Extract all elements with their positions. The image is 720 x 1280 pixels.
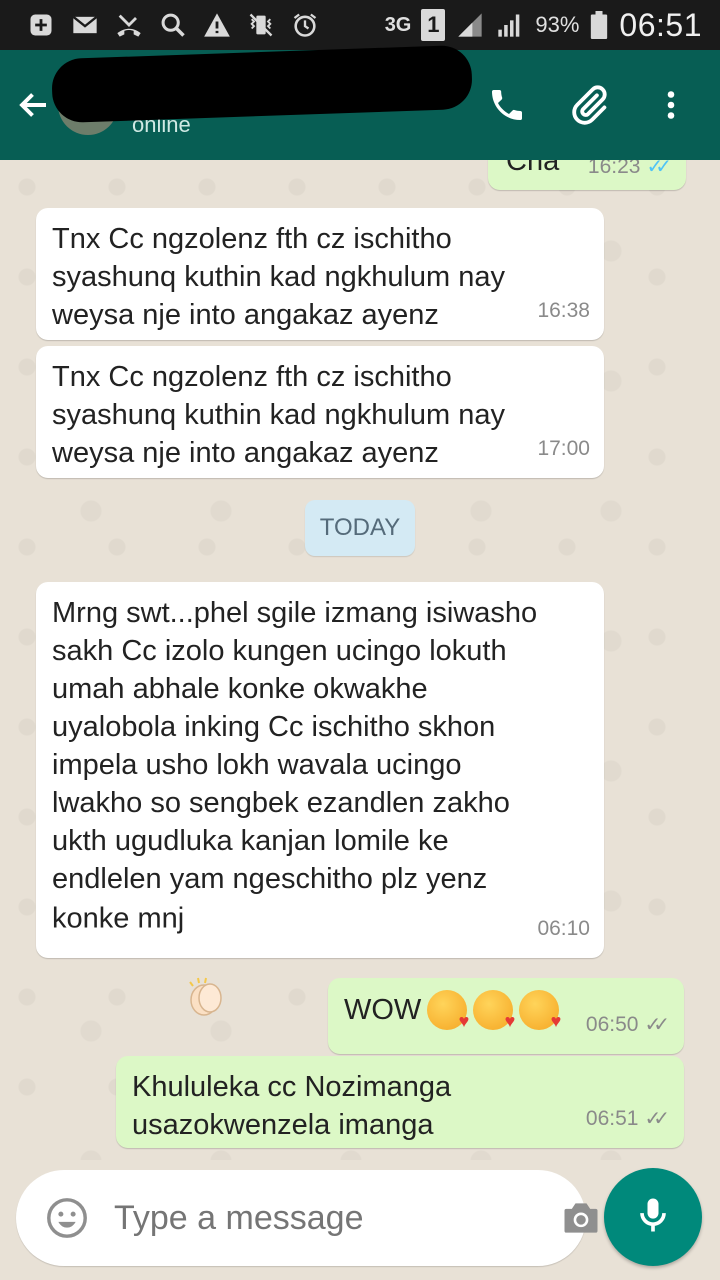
message-input[interactable] — [112, 1197, 559, 1239]
search-icon — [158, 10, 188, 40]
message-text: Mrng swt...phel sgile izmang isiwasho sa… — [52, 594, 588, 1016]
call-icon[interactable] — [484, 82, 530, 128]
attach-icon[interactable] — [566, 82, 612, 128]
mic-icon — [631, 1193, 675, 1242]
message-time: 16:23 — [587, 160, 641, 178]
message-text: Cha — [506, 160, 560, 177]
signal-icon — [455, 10, 485, 40]
missed-call-icon — [114, 10, 144, 40]
contact-info[interactable]: online — [51, 44, 473, 138]
message-bubble-incoming[interactable]: Tnx Cc ngzolenz fth cz ischitho syashunq… — [36, 208, 604, 340]
delivered-ticks-icon: ✓✓ — [644, 1014, 669, 1036]
message-text: Tnx Cc ngzolenz fth cz ischitho syashunq… — [52, 361, 506, 469]
message-time: 16:38 — [537, 299, 590, 322]
message-text: Tnx Cc ngzolenz fth cz ischitho syashunq… — [52, 223, 506, 331]
add-notification-icon — [26, 10, 56, 40]
message-time: 17:00 — [537, 437, 590, 460]
clock: 06:51 — [619, 6, 702, 43]
message-bubble-incoming[interactable]: Tnx Cc ngzolenz fth cz ischitho syashunq… — [36, 346, 604, 478]
status-bar: 3G 1 93% 06:51 — [0, 0, 720, 50]
composer — [0, 1160, 720, 1280]
warning-icon — [202, 10, 232, 40]
battery-icon — [589, 10, 609, 40]
alarm-icon — [290, 10, 320, 40]
vibrate-icon — [246, 10, 276, 40]
message-time: 06:51 — [585, 1107, 639, 1130]
message-bubble-outgoing[interactable]: WOW 06:50 ✓✓ — [328, 978, 684, 1054]
message-bubble-outgoing[interactable]: Khululeka cc Nozimanga usazokwenzela ima… — [116, 1056, 684, 1148]
read-ticks-icon: ✓✓ — [646, 160, 671, 178]
kissing-face-icon — [427, 990, 469, 1040]
sim-indicator: 1 — [421, 9, 446, 41]
delivered-ticks-icon: ✓✓ — [644, 1108, 669, 1130]
signal-bars-icon — [495, 10, 525, 40]
chat-header: online — [0, 44, 720, 160]
message-bubble-outgoing[interactable]: Cha 16:23 ✓✓ — [488, 160, 686, 190]
camera-icon[interactable] — [559, 1196, 603, 1240]
message-bubble-incoming[interactable]: Mrng swt...phel sgile izmang isiwasho sa… — [36, 582, 604, 1016]
message-time: 06:10 — [537, 917, 590, 940]
mail-icon — [70, 10, 100, 40]
redaction-mark — [51, 44, 473, 124]
clapping-hands-icon — [184, 898, 228, 1016]
kissing-face-icon — [473, 990, 515, 1040]
kissing-face-icon — [519, 990, 561, 1040]
message-input-container — [16, 1170, 598, 1266]
network-type: 3G — [384, 13, 412, 36]
message-time: 06:50 — [585, 1013, 639, 1036]
message-list[interactable]: Cha 16:23 ✓✓ Tnx Cc ngzolenz fth cz isch… — [0, 160, 720, 1160]
back-arrow-icon[interactable] — [14, 85, 54, 125]
more-icon[interactable] — [648, 82, 694, 128]
emoji-icon[interactable] — [44, 1195, 90, 1241]
mic-button[interactable] — [604, 1168, 702, 1266]
battery-percent: 93% — [535, 12, 580, 37]
date-separator: TODAY — [305, 500, 415, 556]
